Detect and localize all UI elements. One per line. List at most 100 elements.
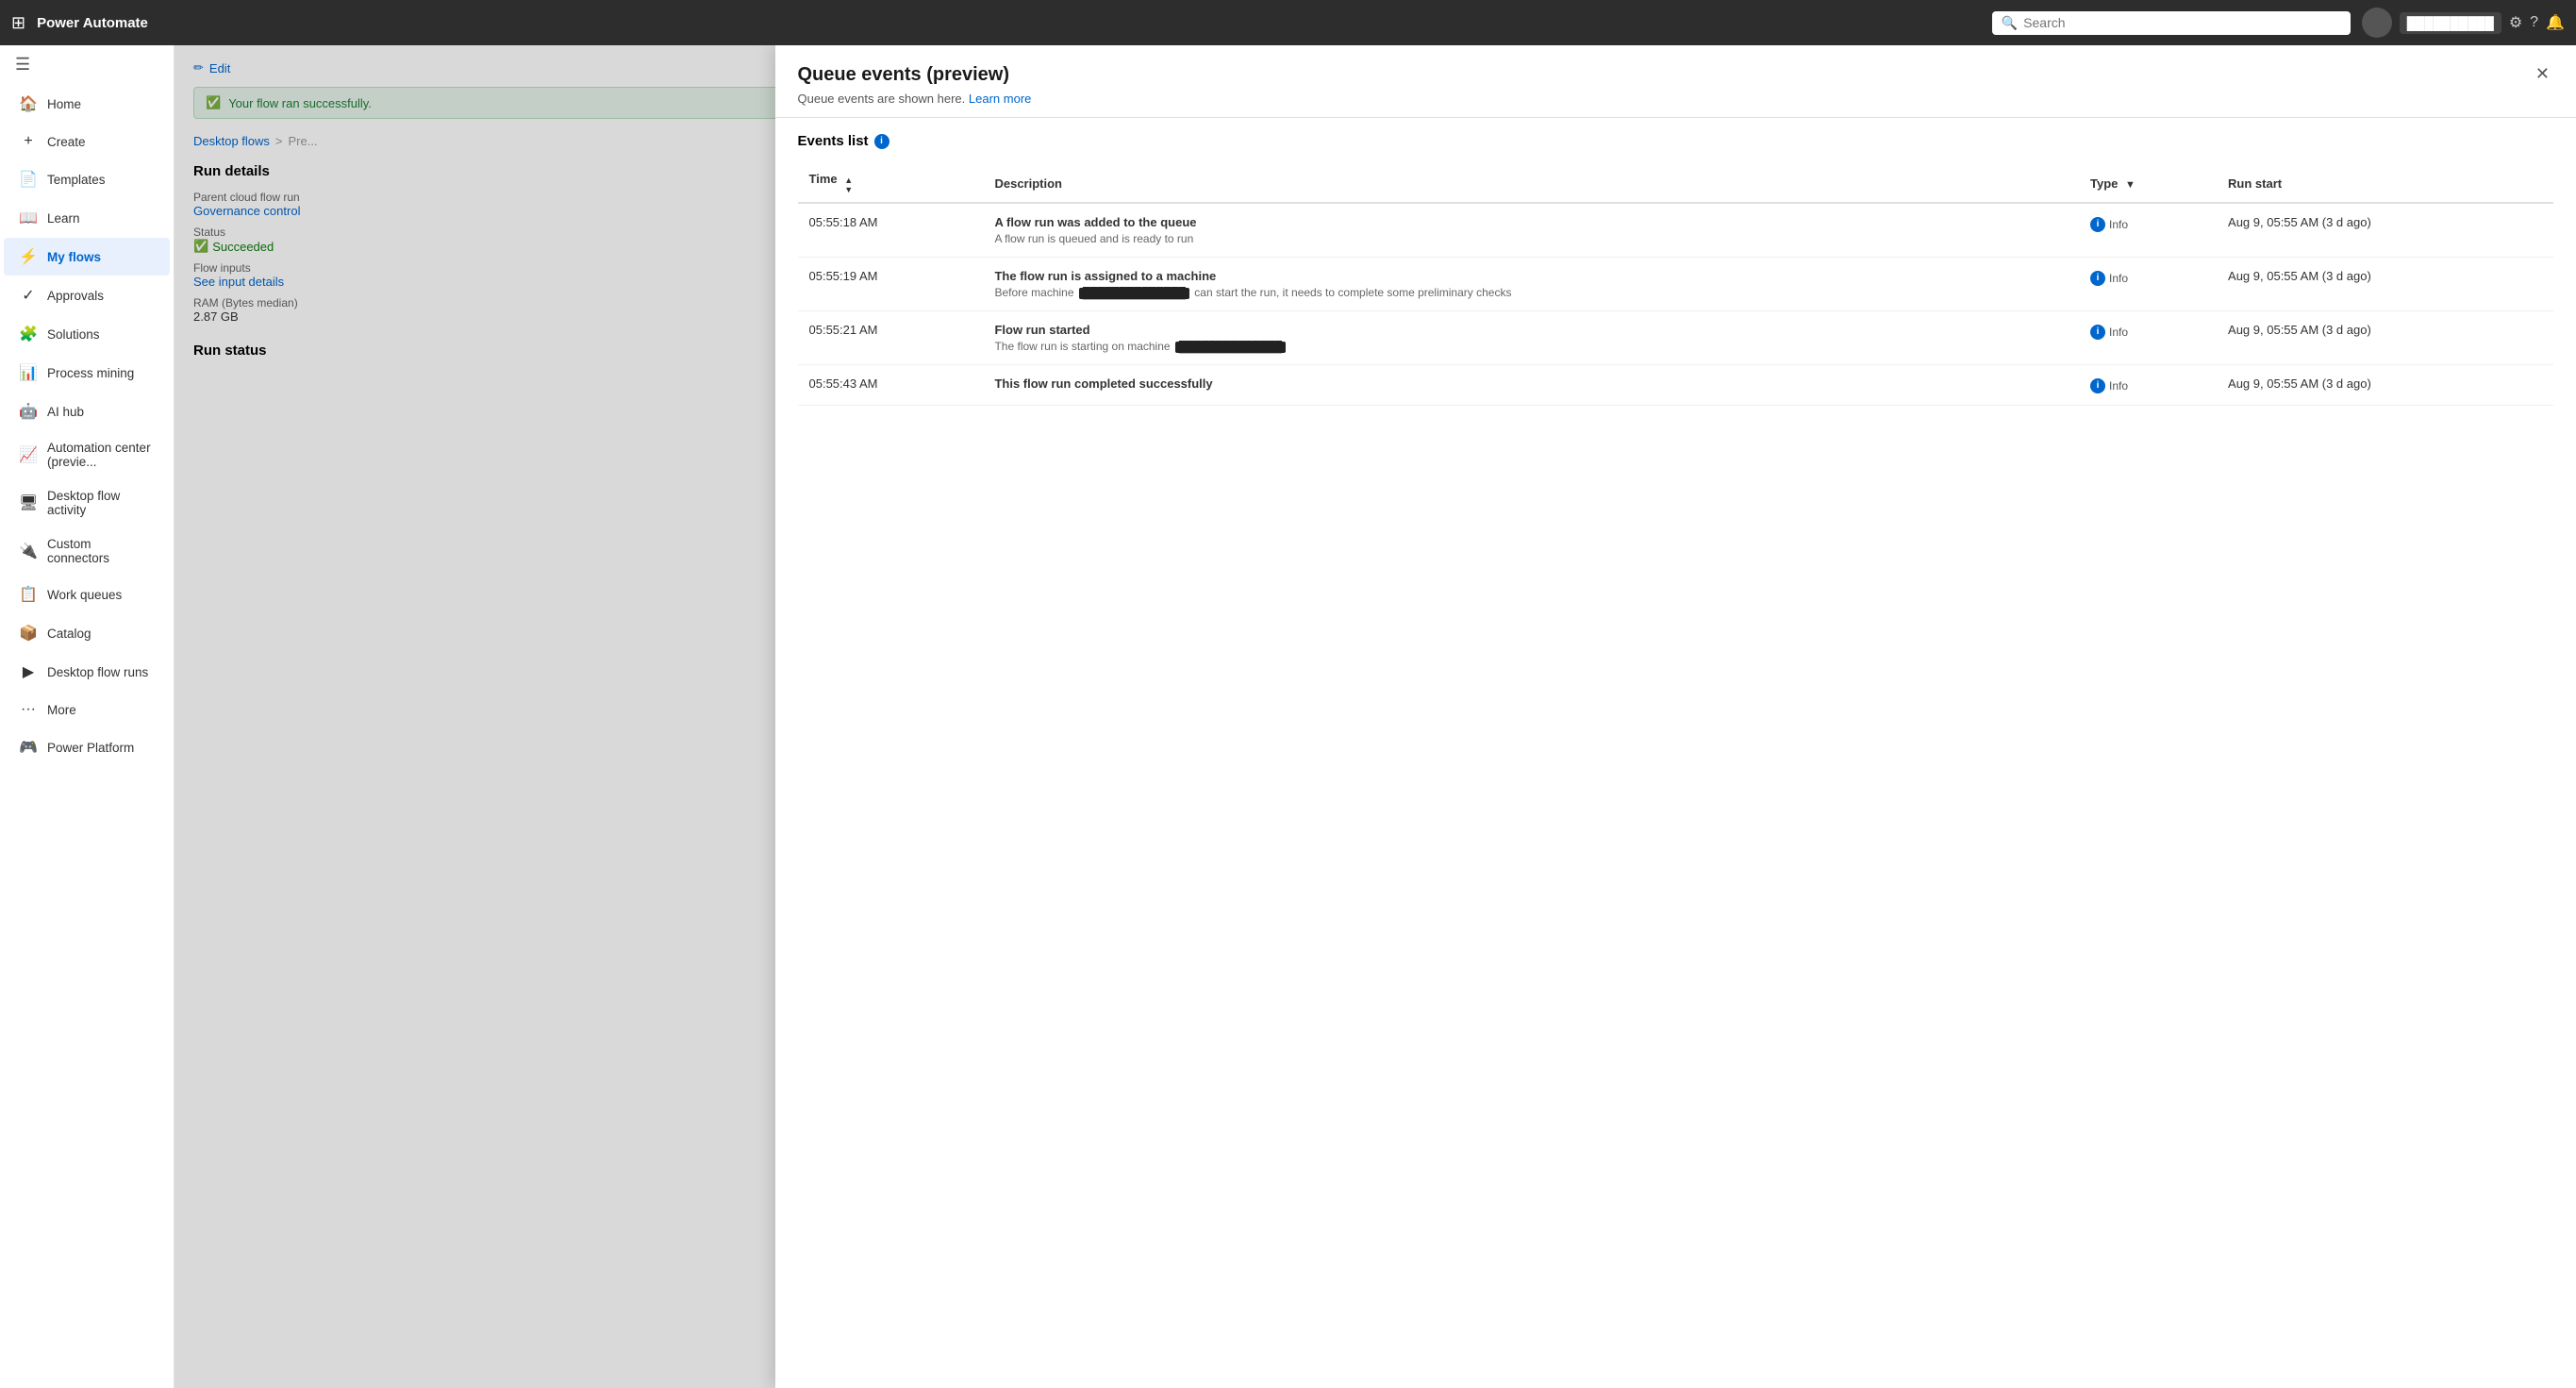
sidebar-item-automation-center[interactable]: 📈 Automation center (previe... bbox=[4, 431, 170, 478]
sidebar-icon-process-mining: 📊 bbox=[19, 363, 38, 382]
sidebar-icon-automation-center: 📈 bbox=[19, 445, 38, 464]
event-description: This flow run completed successfully bbox=[983, 365, 2079, 406]
sidebar-label-create: Create bbox=[47, 135, 86, 149]
sidebar-icon-desktop-flow-runs: ▶ bbox=[19, 662, 38, 681]
table-row: 05:55:19 AMThe flow run is assigned to a… bbox=[798, 258, 2554, 311]
type-filter-icon[interactable]: ▼ bbox=[2125, 179, 2136, 191]
events-list-title: Events list i bbox=[798, 133, 2554, 149]
sidebar-label-solutions: Solutions bbox=[47, 327, 100, 342]
main-layout: ☰ 🏠 Home + Create 📄 Templates 📖 Learn ⚡ … bbox=[0, 45, 2576, 1388]
sidebar-label-process-mining: Process mining bbox=[47, 366, 134, 380]
panel-header-content: Queue events (preview) Queue events are … bbox=[798, 64, 2532, 106]
sidebar-icon-solutions: 🧩 bbox=[19, 325, 38, 343]
sidebar-item-catalog[interactable]: 📦 Catalog bbox=[4, 614, 170, 652]
sidebar-label-home: Home bbox=[47, 97, 81, 111]
col-time[interactable]: Time ▲▼ bbox=[798, 164, 984, 203]
content-area: ✏ Edit ✅ Your flow ran successfully. Des… bbox=[175, 45, 2576, 1388]
event-time: 05:55:43 AM bbox=[798, 365, 984, 406]
sidebar-label-work-queues: Work queues bbox=[47, 588, 122, 602]
user-name: ██████████ bbox=[2400, 12, 2501, 34]
sidebar-icon-custom-connectors: 🔌 bbox=[19, 542, 38, 560]
sidebar-label-desktop-flow-runs: Desktop flow runs bbox=[47, 665, 148, 679]
sidebar-item-custom-connectors[interactable]: 🔌 Custom connectors bbox=[4, 527, 170, 575]
event-time: 05:55:18 AM bbox=[798, 203, 984, 258]
sidebar-item-my-flows[interactable]: ⚡ My flows bbox=[4, 238, 170, 276]
sidebar-label-learn: Learn bbox=[47, 211, 80, 226]
sidebar-icon-power-platform: 🎮 bbox=[19, 738, 38, 757]
sidebar-label-approvals: Approvals bbox=[47, 289, 104, 303]
search-input[interactable] bbox=[2023, 15, 2341, 30]
sidebar-label-more: More bbox=[47, 703, 76, 717]
event-time: 05:55:21 AM bbox=[798, 311, 984, 365]
events-table: Time ▲▼ Description Type ▼ bbox=[798, 164, 2554, 406]
sidebar-label-my-flows: My flows bbox=[47, 250, 101, 264]
event-type: i Info bbox=[2079, 365, 2217, 406]
event-run-start: Aug 9, 05:55 AM (3 d ago) bbox=[2217, 203, 2553, 258]
events-section: Events list i Time ▲▼ bbox=[775, 118, 2576, 1388]
sidebar-item-templates[interactable]: 📄 Templates bbox=[4, 160, 170, 198]
event-run-start: Aug 9, 05:55 AM (3 d ago) bbox=[2217, 258, 2553, 311]
close-button[interactable]: ✕ bbox=[2532, 64, 2553, 84]
learn-more-link[interactable]: Learn more bbox=[969, 92, 1031, 106]
sidebar-icon-ai-hub: 🤖 bbox=[19, 402, 38, 421]
events-info-icon: i bbox=[874, 134, 889, 149]
sidebar-item-process-mining[interactable]: 📊 Process mining bbox=[4, 354, 170, 392]
event-run-start: Aug 9, 05:55 AM (3 d ago) bbox=[2217, 311, 2553, 365]
sidebar-label-custom-connectors: Custom connectors bbox=[47, 537, 155, 565]
sidebar-icon-home: 🏠 bbox=[19, 94, 38, 113]
settings-icon[interactable]: ⚙ bbox=[2509, 13, 2522, 32]
topbar-right: ██████████ ⚙ ? 🔔 bbox=[2362, 8, 2565, 38]
event-type: i Info bbox=[2079, 258, 2217, 311]
sidebar-hamburger[interactable]: ☰ bbox=[0, 45, 174, 84]
col-run-start: Run start bbox=[2217, 164, 2553, 203]
sidebar-item-home[interactable]: 🏠 Home bbox=[4, 85, 170, 123]
sidebar-item-solutions[interactable]: 🧩 Solutions bbox=[4, 315, 170, 353]
search-bar[interactable]: 🔍 bbox=[1992, 11, 2351, 35]
sidebar-icon-work-queues: 📋 bbox=[19, 585, 38, 604]
panel-subtitle: Queue events are shown here. Learn more bbox=[798, 92, 2532, 106]
sidebar-icon-catalog: 📦 bbox=[19, 624, 38, 643]
panel-title: Queue events (preview) bbox=[798, 64, 2532, 86]
table-row: 05:55:43 AMThis flow run completed succe… bbox=[798, 365, 2554, 406]
app-title: Power Automate bbox=[37, 15, 148, 31]
sidebar-label-templates: Templates bbox=[47, 173, 106, 187]
sidebar-label-ai-hub: AI hub bbox=[47, 405, 84, 419]
sidebar-label-automation-center: Automation center (previe... bbox=[47, 441, 155, 469]
sidebar-item-create[interactable]: + Create bbox=[4, 124, 170, 159]
panel-overlay[interactable]: Queue events (preview) Queue events are … bbox=[175, 45, 2576, 1388]
sidebar-item-desktop-flow-activity[interactable]: 🖥 Desktop flow activity bbox=[4, 479, 170, 527]
col-description: Description bbox=[983, 164, 2079, 203]
apps-grid-icon[interactable]: ⊞ bbox=[11, 13, 25, 33]
sidebar-item-ai-hub[interactable]: 🤖 AI hub bbox=[4, 393, 170, 430]
sidebar-item-power-platform[interactable]: 🎮 Power Platform bbox=[4, 728, 170, 766]
sidebar-label-power-platform: Power Platform bbox=[47, 741, 134, 755]
table-row: 05:55:18 AMA flow run was added to the q… bbox=[798, 203, 2554, 258]
event-time: 05:55:19 AM bbox=[798, 258, 984, 311]
sidebar-icon-my-flows: ⚡ bbox=[19, 247, 38, 266]
event-description: Flow run startedThe flow run is starting… bbox=[983, 311, 2079, 365]
sidebar-icon-desktop-flow-activity: 🖥 bbox=[19, 493, 38, 512]
event-description: A flow run was added to the queueA flow … bbox=[983, 203, 2079, 258]
event-type: i Info bbox=[2079, 203, 2217, 258]
sidebar-item-approvals[interactable]: ✓ Approvals bbox=[4, 276, 170, 314]
question-icon[interactable]: ? bbox=[2530, 14, 2538, 31]
sidebar-label-catalog: Catalog bbox=[47, 627, 91, 641]
sidebar-icon-more: ··· bbox=[19, 701, 38, 718]
sidebar-item-learn[interactable]: 📖 Learn bbox=[4, 199, 170, 237]
topbar: ⊞ Power Automate 🔍 ██████████ ⚙ ? 🔔 bbox=[0, 0, 2576, 45]
event-description: The flow run is assigned to a machineBef… bbox=[983, 258, 2079, 311]
panel-header: Queue events (preview) Queue events are … bbox=[775, 45, 2576, 118]
sidebar-icon-approvals: ✓ bbox=[19, 286, 38, 305]
notification-icon[interactable]: 🔔 bbox=[2546, 13, 2565, 32]
search-icon: 🔍 bbox=[2002, 15, 2018, 31]
avatar[interactable] bbox=[2362, 8, 2392, 38]
sidebar-item-desktop-flow-runs[interactable]: ▶ Desktop flow runs bbox=[4, 653, 170, 691]
queue-events-panel: Queue events (preview) Queue events are … bbox=[775, 45, 2576, 1388]
sidebar-label-desktop-flow-activity: Desktop flow activity bbox=[47, 489, 155, 517]
sidebar-item-work-queues[interactable]: 📋 Work queues bbox=[4, 576, 170, 613]
sidebar-item-more[interactable]: ··· More bbox=[4, 692, 170, 727]
time-sort-icon[interactable]: ▲▼ bbox=[844, 176, 853, 194]
sidebar: ☰ 🏠 Home + Create 📄 Templates 📖 Learn ⚡ … bbox=[0, 45, 175, 1388]
event-run-start: Aug 9, 05:55 AM (3 d ago) bbox=[2217, 365, 2553, 406]
col-type[interactable]: Type ▼ bbox=[2079, 164, 2217, 203]
